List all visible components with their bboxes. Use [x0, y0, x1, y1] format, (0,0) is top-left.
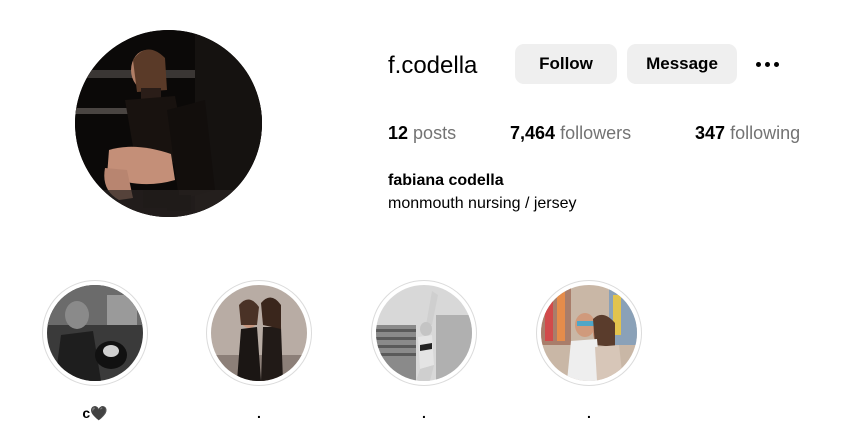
following-label: following	[730, 123, 801, 143]
highlight-ring	[206, 280, 312, 386]
highlight-ring	[536, 280, 642, 386]
followers-count: 7,464	[510, 123, 556, 143]
followers-stat[interactable]: 7,464 followers	[510, 122, 631, 144]
profile-username: f.codella	[388, 52, 478, 79]
profile-bio: monmouth nursing / jersey	[388, 195, 577, 212]
highlight-label: c🖤	[82, 405, 108, 421]
story-highlight[interactable]: .	[206, 280, 312, 422]
posts-stat: 12 posts	[388, 122, 456, 144]
highlight-cover	[376, 285, 472, 381]
message-button[interactable]: Message	[627, 44, 737, 84]
profile-full-name: fabiana codella	[388, 172, 504, 189]
posts-label: posts	[413, 123, 457, 143]
following-stat[interactable]: 347 following	[695, 122, 800, 144]
avatar-photo	[75, 30, 262, 217]
profile-avatar[interactable]	[75, 30, 262, 217]
highlight-cover	[47, 285, 143, 381]
following-count: 347	[695, 123, 726, 143]
more-options-icon[interactable]	[750, 52, 784, 76]
story-highlight[interactable]: c🖤	[42, 280, 148, 422]
highlight-ring	[42, 280, 148, 386]
highlight-label: .	[257, 405, 261, 421]
profile-page: f.codella Follow Message 12 posts 7,464 …	[0, 0, 863, 431]
followers-label: followers	[560, 123, 632, 143]
highlight-cover	[211, 285, 307, 381]
story-highlight[interactable]: .	[371, 280, 477, 422]
posts-count: 12	[388, 123, 409, 143]
highlight-ring	[371, 280, 477, 386]
highlight-label: .	[422, 405, 426, 421]
highlight-label: .	[587, 405, 591, 421]
story-highlight[interactable]: .	[536, 280, 642, 422]
highlight-cover	[541, 285, 637, 381]
follow-button[interactable]: Follow	[515, 44, 617, 84]
